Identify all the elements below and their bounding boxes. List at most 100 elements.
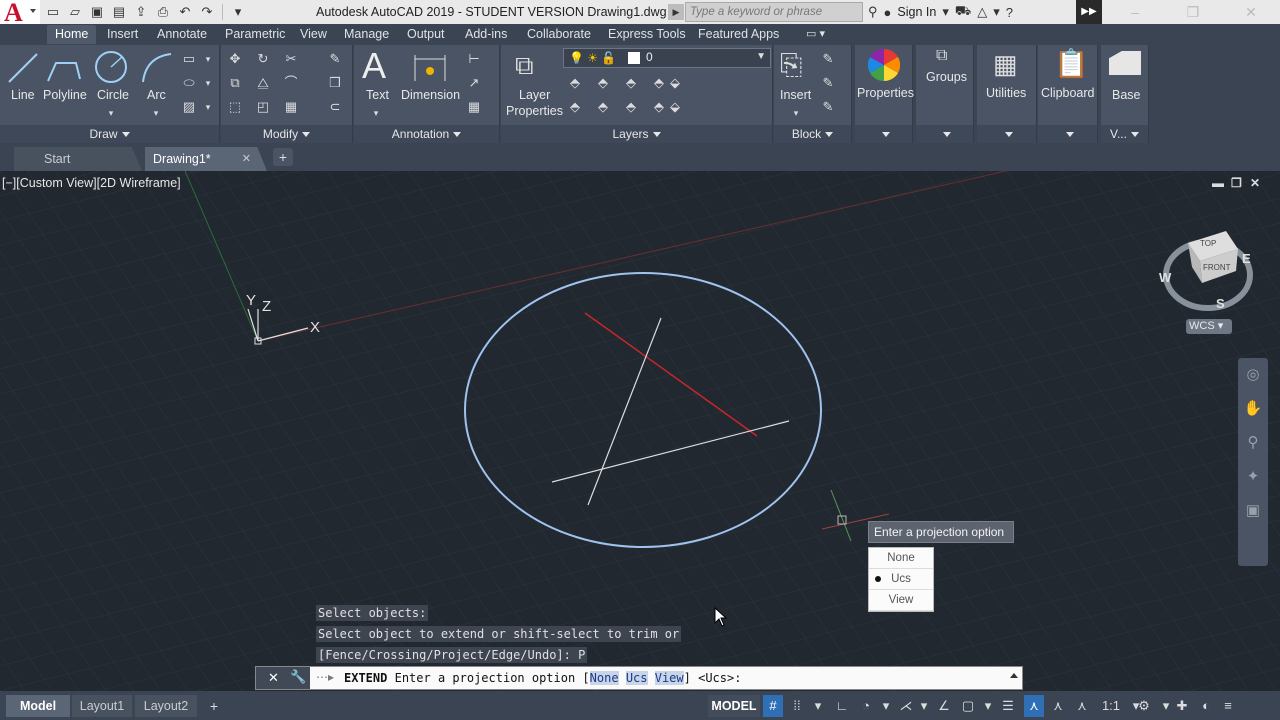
command-history-toggle-icon[interactable] xyxy=(1010,673,1018,678)
trim-icon[interactable]: ✂ xyxy=(283,51,299,67)
insert-button[interactable]: Insert xyxy=(780,88,811,102)
tab-express-tools[interactable]: Express Tools xyxy=(608,27,686,41)
text-icon[interactable]: A xyxy=(362,45,386,87)
viewport-minimize-icon[interactable]: ▬ xyxy=(1212,176,1224,190)
viewcube-front[interactable]: FRONT xyxy=(1203,263,1231,272)
auto-scale-icon[interactable]: ⋏ xyxy=(1048,695,1068,717)
offset-icon[interactable]: ⊂ xyxy=(327,99,343,115)
object-snap-tracking-icon[interactable]: ∠ xyxy=(934,695,954,717)
scale-icon[interactable]: ◰ xyxy=(255,99,271,115)
clipboard-button[interactable]: Clipboard xyxy=(1041,86,1095,100)
arc-button[interactable]: Arc xyxy=(147,88,166,102)
panel-modify-title[interactable]: Modify xyxy=(221,125,352,143)
rotate-icon[interactable]: ↻ xyxy=(255,51,271,67)
plus-icon[interactable]: ✚ xyxy=(1172,695,1192,717)
option-view[interactable]: View xyxy=(869,590,933,611)
drawing-canvas[interactable]: Y Z X TOP FRONT W E S xyxy=(0,171,1280,691)
annotation-visibility-icon[interactable]: ⋏ xyxy=(1024,695,1044,717)
chevron-down-icon[interactable]: ▾ xyxy=(148,105,164,121)
expand-right-icon[interactable]: ▶▶ xyxy=(1076,0,1102,24)
object-snap-icon[interactable]: ▢ xyxy=(958,695,978,717)
chevron-down-icon[interactable]: ▾ xyxy=(914,695,934,717)
ribbon-options-icon[interactable]: ▭ ▾ xyxy=(806,27,825,40)
customize-chevron-icon[interactable]: ▾ xyxy=(229,3,247,21)
calculator-icon[interactable]: ▦ xyxy=(993,49,1018,80)
add-layout-button[interactable]: + xyxy=(204,695,224,717)
panel-clipboard-expander[interactable] xyxy=(1038,125,1097,143)
panel-properties-expander[interactable] xyxy=(855,125,912,143)
snap-mode-icon[interactable]: ⁞⁞ xyxy=(787,695,807,717)
table-icon[interactable]: ▦ xyxy=(466,99,482,115)
line-icon[interactable] xyxy=(6,51,40,85)
panel-view-title[interactable]: V... xyxy=(1101,125,1148,143)
new-tab-button[interactable]: + xyxy=(273,148,293,166)
help-icon[interactable]: ? xyxy=(1006,5,1013,20)
new-file-icon[interactable]: ▭ xyxy=(44,3,62,21)
panel-annotation-title[interactable]: Annotation xyxy=(354,125,499,143)
command-line[interactable]: ✕ 🔧 ⋯▸ EXTEND Enter a projection option … xyxy=(255,666,1023,690)
drawing-tab[interactable]: Drawing1* ✕ xyxy=(145,147,267,171)
command-prompt[interactable]: EXTEND Enter a projection option [None U… xyxy=(344,671,741,685)
compass-s[interactable]: S xyxy=(1216,296,1225,311)
save-as-icon[interactable]: ▤ xyxy=(110,3,128,21)
ortho-mode-icon[interactable]: ∟ xyxy=(832,695,852,717)
dimension-icon[interactable] xyxy=(412,51,448,83)
tab-insert[interactable]: Insert xyxy=(107,27,138,41)
orbit-icon[interactable]: ✦ xyxy=(1238,460,1268,494)
fillet-icon[interactable]: ⌒ xyxy=(283,75,299,91)
leader-icon[interactable]: ↗ xyxy=(466,75,482,91)
option-none[interactable]: None xyxy=(869,548,933,569)
base-button[interactable]: Base xyxy=(1112,88,1141,102)
compass-e[interactable]: E xyxy=(1242,251,1251,266)
customization-icon[interactable]: ≡ xyxy=(1218,695,1238,717)
chevron-down-icon[interactable]: ▾ xyxy=(876,695,896,717)
close-icon[interactable]: ✕ xyxy=(268,670,279,686)
wcs-menu-button[interactable]: WCS ▾ xyxy=(1186,319,1232,334)
tab-annotate[interactable]: Annotate xyxy=(157,27,207,41)
layer-freeze-icon[interactable]: ⬘ xyxy=(623,75,639,91)
layer-dropdown[interactable]: 💡 ☀ 🔓 0 ▼ xyxy=(563,48,771,68)
redo-icon[interactable]: ↷ xyxy=(198,3,216,21)
panel-block-title[interactable]: Block xyxy=(774,125,851,143)
line-button[interactable]: Line xyxy=(11,88,35,102)
chevron-down-icon[interactable]: ▾ xyxy=(200,51,216,67)
layer-thaw-icon[interactable]: ⬘ xyxy=(623,99,639,115)
create-block-icon[interactable]: ✎ xyxy=(820,51,836,67)
grid-toggle-icon[interactable]: # xyxy=(763,695,783,717)
autodesk-a360-icon[interactable]: △ xyxy=(977,4,987,20)
chevron-down-icon[interactable]: ▾ xyxy=(808,695,828,717)
isolate-objects-icon[interactable]: ◐ xyxy=(1196,695,1216,717)
steering-wheel-icon[interactable]: ◎ xyxy=(1238,358,1268,392)
edit-block-icon[interactable]: ✎ xyxy=(820,75,836,91)
panel-utilities-expander[interactable] xyxy=(977,125,1036,143)
close-icon[interactable]: ✕ xyxy=(242,147,251,171)
clipboard-icon[interactable]: 📋 xyxy=(1054,47,1089,80)
workspace-gear-icon[interactable]: ⚙ xyxy=(1134,695,1154,717)
annotation-scale-value[interactable]: 1:1 xyxy=(1096,695,1126,717)
command-option-view[interactable]: View xyxy=(654,671,684,685)
layer-walk-icon[interactable]: ⬙ xyxy=(667,99,683,115)
save-icon[interactable]: ▣ xyxy=(88,3,106,21)
chevron-down-icon[interactable]: ▾ xyxy=(103,105,119,121)
layer-unlock-icon[interactable]: ⬘ xyxy=(651,99,667,115)
explode-icon[interactable]: ❒ xyxy=(327,75,343,91)
layer-on-icon[interactable]: ⬘ xyxy=(567,99,583,115)
layout2-tab[interactable]: Layout2 xyxy=(135,695,197,717)
minimize-icon[interactable]: – xyxy=(1106,0,1164,24)
base-view-icon[interactable] xyxy=(1109,51,1141,75)
group-icon[interactable]: ⧉ xyxy=(936,47,947,65)
tab-featured-apps[interactable]: Featured Apps xyxy=(698,27,779,41)
viewport-restore-icon[interactable]: ❐ xyxy=(1231,176,1242,190)
tab-add-ins[interactable]: Add-ins xyxy=(465,27,507,41)
zoom-extents-icon[interactable]: ⚲ xyxy=(1238,426,1268,460)
insert-block-icon[interactable]: ⎘ xyxy=(780,49,802,82)
layout1-tab[interactable]: Layout1 xyxy=(72,695,132,717)
undo-icon[interactable]: ↶ xyxy=(176,3,194,21)
binoculars-icon[interactable]: ⚲ xyxy=(868,4,878,20)
move-icon[interactable]: ✥ xyxy=(227,51,243,67)
user-icon[interactable]: ● xyxy=(884,5,892,20)
chevron-down-icon[interactable]: ▾ xyxy=(942,4,949,20)
arc-icon[interactable] xyxy=(140,51,174,85)
model-space-button[interactable]: MODEL xyxy=(708,695,760,717)
model-tab[interactable]: Model xyxy=(6,695,70,717)
